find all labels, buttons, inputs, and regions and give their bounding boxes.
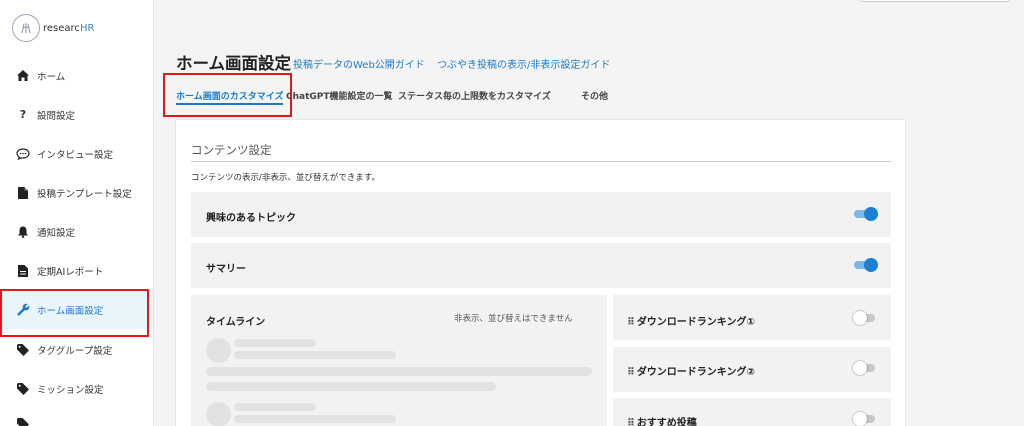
skeleton-avatar	[206, 402, 231, 426]
skeleton-line	[206, 367, 592, 376]
tag-icon	[16, 382, 30, 396]
content-row-summary[interactable]: サマリー	[191, 243, 891, 288]
drag-handle-icon[interactable]: ⠿	[627, 418, 635, 426]
drag-handle-icon[interactable]: ⠿	[627, 367, 635, 378]
side-item-label: ダウンロードランキング①	[636, 317, 755, 328]
drag-handle-icon[interactable]: ⠿	[627, 317, 635, 328]
logo-text-accent: HR	[79, 22, 95, 34]
toggle-download-ranking-2[interactable]	[853, 361, 877, 375]
toggle-summary[interactable]	[854, 258, 878, 272]
sidebar-item-interview[interactable]: インタビュー設定	[0, 134, 153, 173]
logo-text: researc	[43, 22, 80, 34]
side-item-label: ダウンロードランキング②	[636, 367, 755, 378]
home-icon	[16, 69, 30, 83]
sidebar-item-home[interactable]: ホーム	[0, 56, 153, 95]
tag-icon	[16, 343, 30, 357]
section-title: コンテンツ設定	[191, 143, 272, 157]
toggle-interest-topics[interactable]	[854, 207, 878, 221]
side-item-recommended-posts[interactable]: ⠿ おすすめ投稿	[613, 398, 891, 426]
skeleton-line	[206, 382, 496, 391]
sidebar: researcHR ホーム ? 設問設定 インタビュー設定 投稿テンプレート設定…	[0, 0, 154, 426]
section-description: コンテンツの表示/非表示、並び替えができます。	[191, 173, 381, 183]
highlight-box-tab	[163, 73, 292, 117]
side-item-download-ranking-1[interactable]: ⠿ ダウンロードランキング①	[613, 295, 891, 340]
sidebar-item-post-template[interactable]: 投稿テンプレート設定	[0, 173, 153, 212]
guide-link-web-publish[interactable]: 投稿データのWeb公開ガイド	[293, 56, 425, 71]
sidebar-item-questions[interactable]: ? 設問設定	[0, 95, 153, 134]
document-icon	[16, 186, 30, 200]
timeline-note: 非表示、並び替えはできません	[454, 314, 573, 324]
chat-bubble-icon	[16, 147, 30, 161]
skeleton-avatar	[206, 338, 231, 363]
skeleton-line	[234, 351, 396, 359]
sidebar-item-label: 投稿テンプレート設定	[37, 188, 132, 200]
sidebar-item-label: 設問設定	[37, 110, 76, 122]
sidebar-item-label: 定期AIレポート	[37, 266, 104, 278]
sidebar-item-label: ミッション設定	[37, 384, 104, 396]
content-row-label: サマリー	[206, 264, 246, 275]
timeline-panel: タイムライン 非表示、並び替えはできません	[191, 295, 607, 426]
header-search-input[interactable]	[860, 0, 1010, 2]
toggle-recommended-posts[interactable]	[853, 412, 877, 426]
sidebar-item-label: ホーム	[37, 71, 66, 83]
skeleton-line	[234, 339, 316, 347]
sidebar-item-notification[interactable]: 通知設定	[0, 212, 153, 251]
page-title: ホーム画面設定	[176, 54, 292, 73]
bell-icon	[16, 225, 30, 239]
logo-mark-icon	[12, 14, 40, 42]
tab-status-limits[interactable]: ステータス毎の上限数をカスタマイズ	[398, 89, 551, 102]
report-icon	[16, 264, 30, 278]
side-item-label: おすすめ投稿	[636, 418, 697, 426]
sidebar-item-partial[interactable]	[0, 408, 153, 426]
sidebar-item-label: 通知設定	[37, 227, 76, 239]
side-item-download-ranking-2[interactable]: ⠿ ダウンロードランキング②	[613, 347, 891, 392]
tab-chatgpt-settings[interactable]: ChatGPT機能設定の一覧	[286, 89, 393, 102]
section-divider	[191, 161, 891, 162]
sidebar-item-label: インタビュー設定	[37, 149, 114, 161]
timeline-label: タイムライン	[206, 317, 266, 328]
skeleton-line	[234, 415, 396, 423]
sidebar-item-ai-report[interactable]: 定期AIレポート	[0, 251, 153, 290]
sidebar-item-label: タググループ設定	[37, 345, 113, 357]
tag-icon	[16, 417, 30, 426]
content-row-label: 興味のあるトピック	[206, 213, 296, 224]
question-icon: ?	[19, 108, 27, 121]
toggle-download-ranking-1[interactable]	[853, 311, 877, 325]
sidebar-item-mission[interactable]: ミッション設定	[0, 369, 153, 408]
highlight-box-sidebar	[0, 289, 149, 337]
app-logo[interactable]: researcHR	[12, 14, 94, 42]
skeleton-line	[234, 403, 316, 411]
content-row-interest-topics[interactable]: 興味のあるトピック	[191, 192, 891, 237]
tab-other[interactable]: その他	[581, 89, 608, 102]
guide-link-tweet-visibility[interactable]: つぶやき投稿の表示/非表示設定ガイド	[437, 56, 610, 71]
